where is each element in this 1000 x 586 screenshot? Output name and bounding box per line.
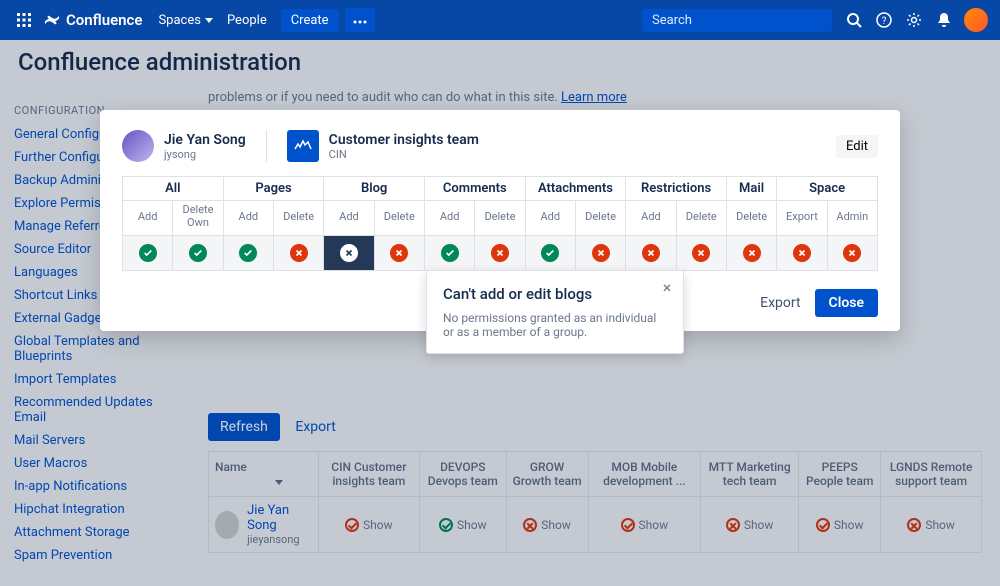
export-link[interactable]: Export [760,295,800,311]
perm-sub: Delete Own [173,201,223,236]
denied-icon [290,244,308,262]
notifications-icon[interactable] [930,6,958,34]
modal-user-name: Jie Yan Song [164,132,246,148]
permission-cell[interactable] [374,236,424,271]
modal-user-handle: jysong [164,148,246,161]
perm-group: Mail [726,177,776,201]
nav-spaces[interactable]: Spaces [158,13,213,28]
denied-icon [843,244,861,262]
denied-icon [491,244,509,262]
edit-button[interactable]: Edit [836,135,878,158]
chevron-down-icon [205,18,213,23]
permission-cell[interactable] [777,236,827,271]
perm-sub: Add [324,201,374,236]
search-input[interactable]: Search [642,9,832,32]
perm-sub: Add [223,201,273,236]
permission-cell[interactable] [475,236,525,271]
perm-sub: Delete [475,201,525,236]
permission-cell[interactable] [223,236,273,271]
top-nav: Confluence Spaces People Create Search ? [0,0,1000,40]
help-icon[interactable]: ? [870,6,898,34]
granted-icon [139,244,157,262]
granted-icon [541,244,559,262]
perm-sub: Delete [676,201,726,236]
perm-sub: Export [777,201,827,236]
user-avatar[interactable] [964,8,988,32]
denied-icon [340,244,358,262]
perm-sub: Add [626,201,676,236]
permission-cell[interactable] [324,236,374,271]
permission-cell[interactable] [575,236,625,271]
perm-group: All [123,177,224,201]
perm-group: Comments [424,177,525,201]
permission-cell[interactable] [626,236,676,271]
permissions-modal: Jie Yan Song jysong Customer insights te… [100,110,900,331]
granted-icon [239,244,257,262]
permission-cell[interactable] [173,236,223,271]
close-icon[interactable]: × [659,279,675,295]
perm-group: Restrictions [626,177,727,201]
modal-space-key: CIN [329,148,479,161]
app-switcher-icon[interactable] [12,8,36,32]
modal-space-name: Customer insights team [329,132,479,148]
permission-cell[interactable] [827,236,877,271]
denied-icon [692,244,710,262]
brand-text: Confluence [66,11,142,29]
perm-sub: Delete [374,201,424,236]
permission-popover: × Can't add or edit blogs No permissions… [426,270,684,354]
perm-group: Attachments [525,177,626,201]
permission-matrix: All Pages Blog Comments Attachments Rest… [122,176,878,271]
perm-sub: Delete [273,201,323,236]
permission-cell[interactable] [123,236,173,271]
perm-sub: Delete [726,201,776,236]
permission-cell[interactable] [424,236,474,271]
modal-footer: Export Close [760,289,878,317]
perm-group: Blog [324,177,425,201]
permission-cell[interactable] [273,236,323,271]
perm-sub: Admin [827,201,877,236]
denied-icon [793,244,811,262]
permission-cell[interactable] [525,236,575,271]
permission-cell[interactable] [726,236,776,271]
space-icon [287,130,319,162]
create-button[interactable]: Create [281,9,339,32]
denied-icon [592,244,610,262]
perm-group: Pages [223,177,324,201]
popover-body: No permissions granted as an individual … [443,311,667,339]
close-button[interactable]: Close [815,289,878,317]
perm-sub: Add [123,201,173,236]
nav-people[interactable]: People [227,13,267,28]
denied-icon [743,244,761,262]
perm-sub: Add [424,201,474,236]
perm-sub: Add [525,201,575,236]
permission-cell[interactable] [676,236,726,271]
perm-group: Space [777,177,878,201]
user-avatar-icon [122,130,154,162]
denied-icon [390,244,408,262]
popover-title: Can't add or edit blogs [443,285,667,303]
denied-icon [642,244,660,262]
confluence-logo[interactable]: Confluence [44,11,142,29]
svg-text:?: ? [882,16,887,27]
granted-icon [189,244,207,262]
more-button[interactable] [345,8,375,32]
perm-sub: Delete [575,201,625,236]
search-icon[interactable] [840,6,868,34]
settings-icon[interactable] [900,6,928,34]
permission-row [123,236,878,271]
granted-icon [441,244,459,262]
